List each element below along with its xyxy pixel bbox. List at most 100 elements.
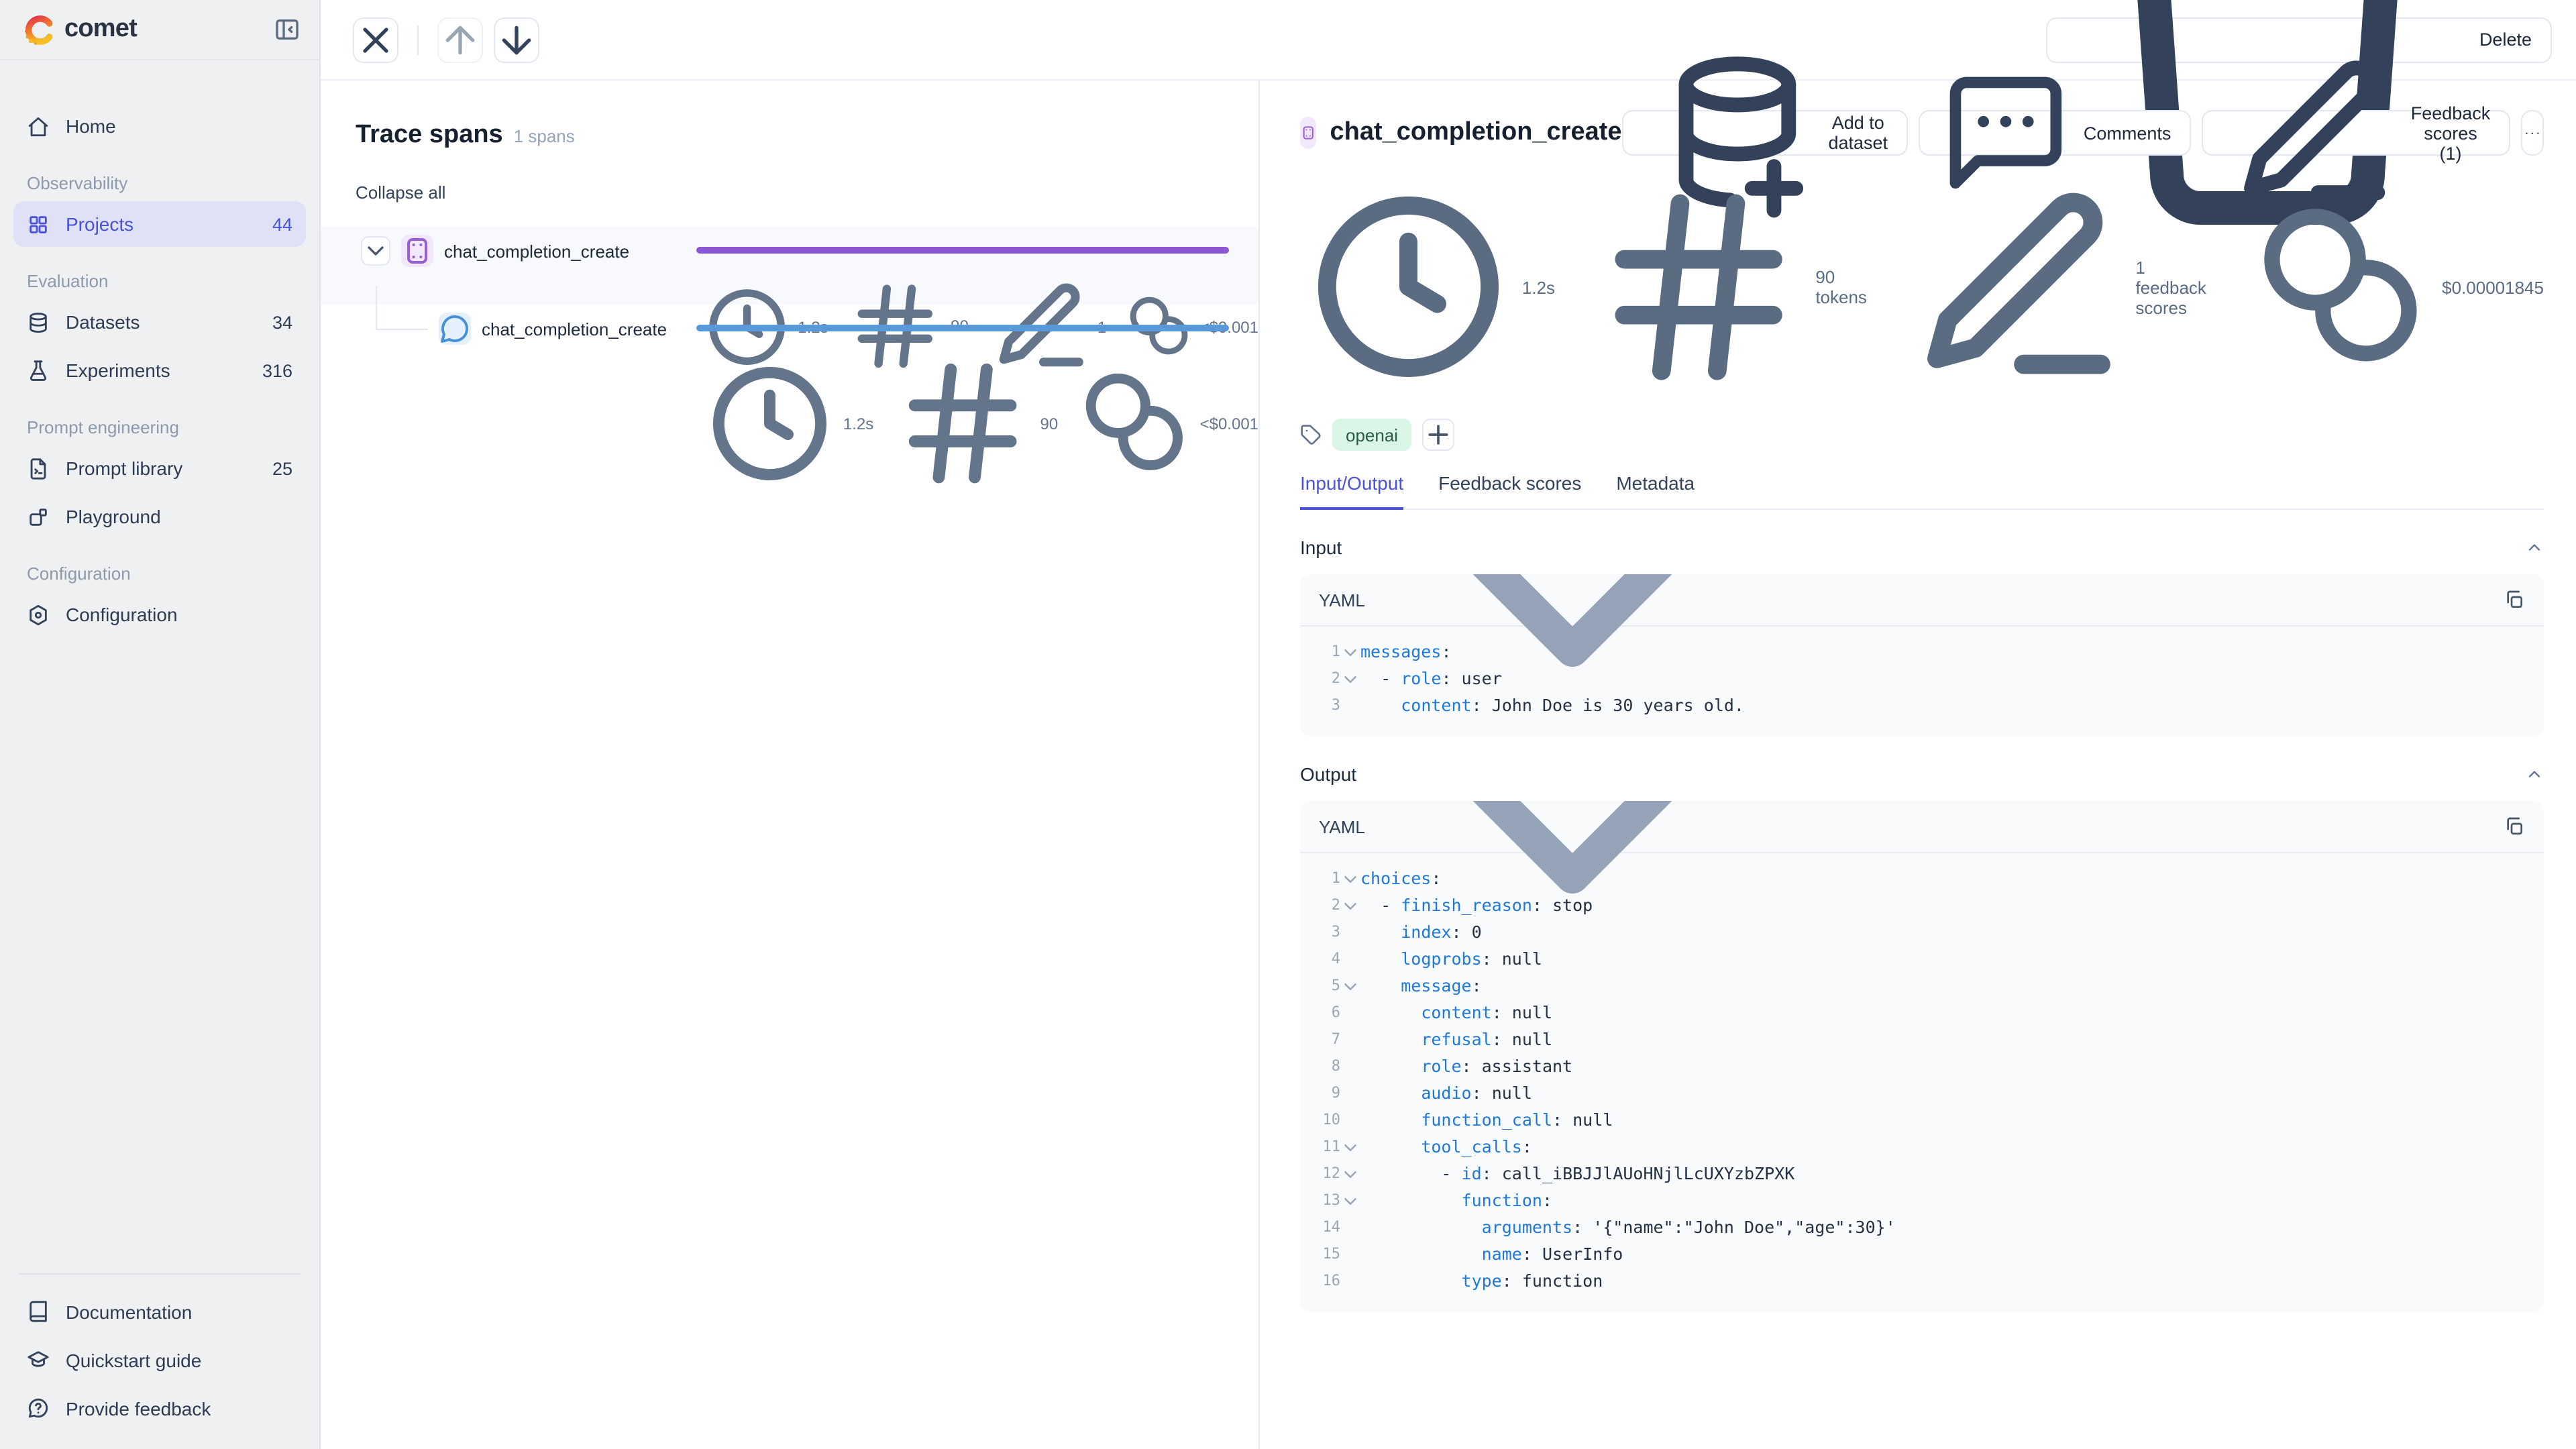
stat-hash: 90 tokens	[1587, 176, 1867, 398]
duration-bar	[696, 325, 1229, 331]
code-line: 6 content: null	[1311, 1000, 2525, 1027]
tab-input-output[interactable]: Input/Output	[1300, 473, 1403, 511]
fold-chevron-icon[interactable]	[1340, 669, 1360, 690]
stat-coins: $0.00001845	[2249, 193, 2544, 381]
code-line: 2 - role: user	[1311, 666, 2525, 693]
code-line: 16 type: function	[1311, 1269, 2525, 1295]
playground-icon	[27, 505, 50, 528]
span-name: chat_completion_create	[444, 241, 629, 261]
span-stats-row: 1.2s90 tokens1 feedback scores$0.0000184…	[1300, 172, 2544, 403]
comments-button[interactable]: Comments	[1919, 110, 2191, 156]
code-text: type: function	[1360, 1269, 1603, 1295]
code-text: function:	[1360, 1188, 1552, 1215]
sidebar-item-quickstart-guide[interactable]: Quickstart guide	[13, 1336, 306, 1383]
collapse-output-icon[interactable]	[2525, 765, 2544, 784]
trace-rows-list: chat_completion_create1.2s901<$0.001chat…	[321, 227, 1258, 382]
tag-openai[interactable]: openai	[1332, 419, 1411, 451]
logo-text: comet	[64, 15, 137, 44]
line-number: 14	[1311, 1215, 1340, 1242]
sidebar-item-prompt-library[interactable]: Prompt library 25	[13, 445, 306, 491]
sidebar-item-provide-feedback[interactable]: Provide feedback	[13, 1385, 306, 1432]
sidebar-collapse-icon[interactable]	[274, 16, 301, 43]
expand-chevron-button[interactable]	[361, 236, 390, 266]
tags-row: openai	[1300, 419, 2544, 451]
fold-chevron-icon[interactable]	[1340, 1138, 1360, 1158]
sidebar-item-label: Provide feedback	[66, 1397, 211, 1419]
sidebar-item-home[interactable]: Home	[13, 103, 306, 149]
line-number: 3	[1311, 920, 1340, 947]
code-text: index: 0	[1360, 920, 1482, 947]
output-section-title: Output	[1300, 764, 1356, 786]
code-text: message:	[1360, 973, 1482, 1000]
output-code-header: YAML	[1300, 802, 2544, 854]
fold-chevron-icon[interactable]	[1340, 977, 1360, 997]
trace-row[interactable]: chat_completion_create1.2s901<$0.001	[321, 227, 1258, 305]
code-line: 9 audio: null	[1311, 1081, 2525, 1108]
fold-chevron-icon[interactable]	[1340, 869, 1360, 890]
code-text: content: null	[1360, 1000, 1552, 1027]
copy-input-button[interactable]	[2504, 590, 2525, 611]
add-tag-button[interactable]	[1422, 419, 1454, 451]
sidebar-item-label: Home	[66, 115, 116, 137]
line-number: 3	[1311, 693, 1340, 720]
input-section-title: Input	[1300, 537, 1342, 559]
tab-feedback-scores[interactable]: Feedback scores	[1438, 473, 1581, 509]
collapse-input-icon[interactable]	[2525, 539, 2544, 557]
sidebar-item-datasets[interactable]: Datasets 34	[13, 299, 306, 345]
item-count-badge: 25	[272, 458, 292, 478]
sidebar-item-projects[interactable]: Projects44	[13, 201, 306, 247]
sidebar-item-configuration[interactable]: Configuration	[13, 592, 306, 637]
sidebar-item-label: Datasets	[66, 311, 140, 333]
details-header: chat_completion_create Add to dataset Co…	[1300, 110, 2544, 156]
details-actions: Add to dataset Comments Feedback scores …	[1622, 110, 2544, 156]
sidebar-item-label: Prompt library	[66, 458, 182, 479]
stat-coins: <$0.001	[1075, 364, 1258, 482]
fold-chevron-icon[interactable]	[1340, 896, 1360, 916]
details-tabs: Input/Output Feedback scores Metadata	[1300, 473, 2544, 511]
trace-spans-count: 1 spans	[514, 126, 575, 146]
stat-value: 90 tokens	[1815, 267, 1867, 307]
sidebar-item-label: Documentation	[66, 1301, 192, 1322]
feedback-scores-label: Feedback scores (1)	[2411, 103, 2491, 163]
coins-icon	[1075, 364, 1194, 482]
sidebar-item-documentation[interactable]: Documentation	[13, 1288, 306, 1335]
item-count-badge: 34	[272, 312, 292, 332]
sidebar-item-playground[interactable]: Playground	[13, 494, 306, 539]
code-line: 11 tool_calls:	[1311, 1134, 2525, 1161]
line-number: 4	[1311, 947, 1340, 973]
stat-value: 1 feedback scores	[2135, 257, 2216, 317]
line-number: 2	[1311, 666, 1340, 693]
fold-chevron-icon[interactable]	[1340, 643, 1360, 663]
trace-spans-header: Trace spans 1 spans	[356, 121, 1258, 150]
code-text: - role: user	[1360, 666, 1502, 693]
span-row[interactable]: chat_completion_create1.2s90<$0.001	[321, 305, 1258, 382]
previous-span-button[interactable]	[437, 17, 483, 62]
line-number: 1	[1311, 866, 1340, 893]
next-span-button[interactable]	[494, 17, 539, 62]
close-trace-button[interactable]	[353, 17, 398, 62]
fold-chevron-icon[interactable]	[1340, 1165, 1360, 1185]
home-icon	[27, 115, 50, 138]
span-details-panel: chat_completion_create Add to dataset Co…	[1258, 80, 2576, 1449]
line-number: 10	[1311, 1108, 1340, 1134]
fold-chevron-icon[interactable]	[1340, 1191, 1360, 1212]
input-section-header: Input	[1300, 537, 2544, 559]
line-number: 7	[1311, 1027, 1340, 1054]
item-count-badge: 316	[262, 360, 292, 380]
input-code-block: YAML 1messages:2 - role: user3 content: …	[1300, 575, 2544, 737]
line-number: 2	[1311, 893, 1340, 920]
code-text: refusal: null	[1360, 1027, 1552, 1054]
database-icon	[27, 311, 50, 333]
line-number: 5	[1311, 973, 1340, 1000]
sidebar-item-experiments[interactable]: Experiments316	[13, 347, 306, 393]
stat-clock: 1.2s	[702, 356, 873, 492]
more-actions-button[interactable]	[2521, 110, 2544, 156]
feedback-scores-button[interactable]: Feedback scores (1)	[2202, 110, 2510, 156]
add-to-dataset-button[interactable]: Add to dataset	[1622, 110, 1909, 156]
pen-icon	[1899, 172, 2131, 403]
tab-metadata[interactable]: Metadata	[1616, 473, 1695, 509]
line-number: 1	[1311, 639, 1340, 666]
collapse-all-button[interactable]: Collapse all	[356, 182, 445, 203]
copy-output-button[interactable]	[2504, 816, 2525, 838]
output-code-block: YAML 1choices:2 - finish_reason: stop3 i…	[1300, 802, 2544, 1313]
